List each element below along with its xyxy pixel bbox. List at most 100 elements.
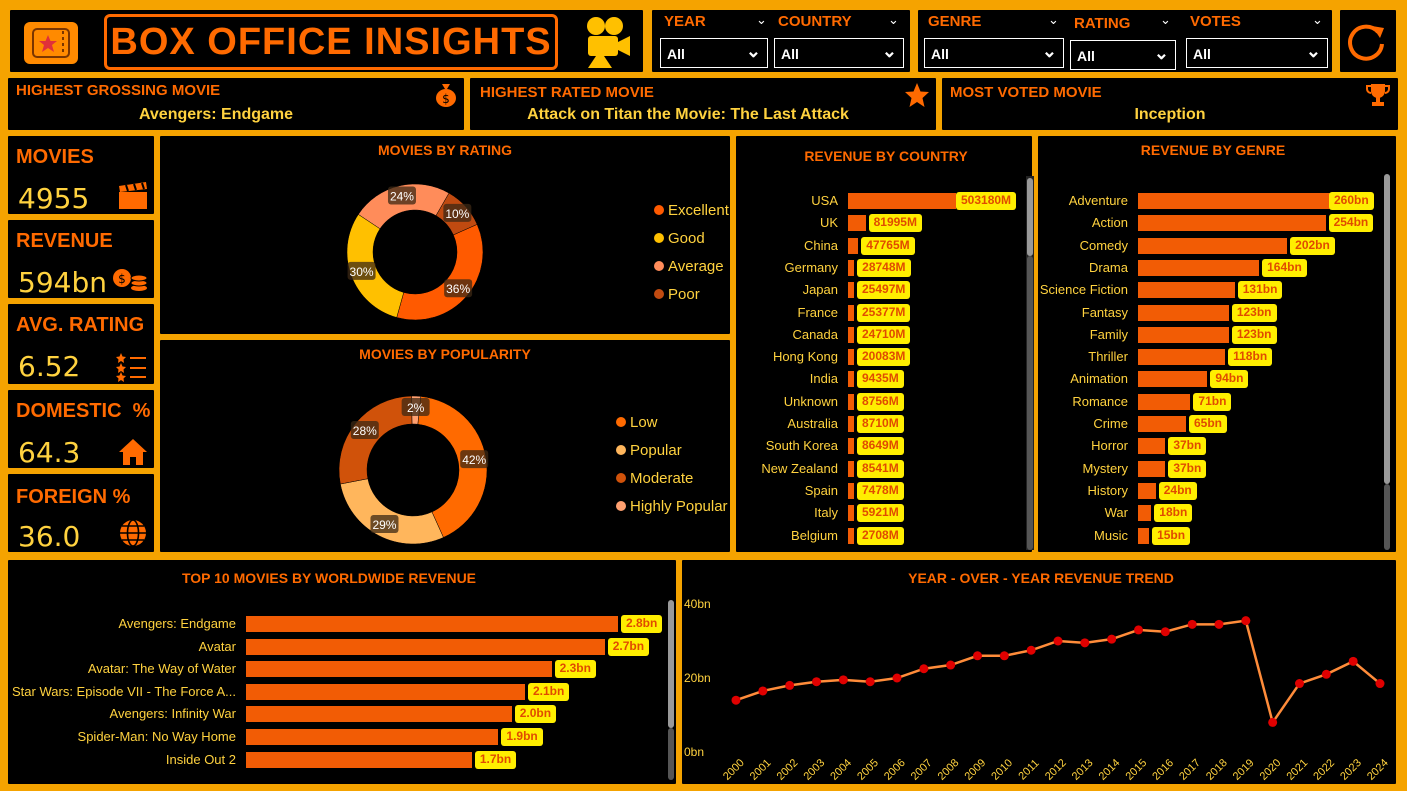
bar[interactable]	[848, 215, 866, 232]
donut-slice-popular[interactable]	[340, 478, 444, 545]
bar[interactable]	[246, 683, 525, 700]
bar[interactable]	[848, 304, 854, 321]
trend-point[interactable]	[838, 675, 848, 685]
bar[interactable]	[1138, 259, 1260, 276]
trend-point[interactable]	[1160, 627, 1170, 637]
legend-item-average[interactable]: Average	[654, 258, 724, 275]
bar[interactable]	[246, 661, 552, 678]
bar[interactable]	[848, 416, 854, 432]
bar[interactable]	[848, 505, 854, 522]
trend-point[interactable]	[1375, 679, 1385, 689]
bar[interactable]	[848, 349, 854, 366]
genre-scrollbar[interactable]	[1384, 174, 1390, 484]
trend-point[interactable]	[919, 664, 929, 674]
chevron-down-icon[interactable]: ⌄	[1160, 12, 1171, 28]
bar[interactable]	[1138, 416, 1186, 432]
trend-point[interactable]	[946, 660, 956, 670]
filter-year-select[interactable]: All ⌄	[660, 38, 768, 68]
trend-point[interactable]	[812, 677, 821, 687]
bar[interactable]	[848, 460, 854, 477]
bar[interactable]	[246, 729, 499, 745]
bar[interactable]	[246, 751, 472, 768]
x-tick-label: 2007	[909, 757, 935, 782]
bar-category-label: Animation	[1070, 371, 1128, 387]
bar[interactable]	[848, 527, 854, 544]
filter-rating-select[interactable]: All ⌄	[1070, 40, 1176, 70]
trend-point[interactable]	[892, 673, 902, 683]
trend-point[interactable]	[758, 686, 768, 696]
trend-point[interactable]	[865, 677, 875, 687]
donut-slice-moderate[interactable]	[338, 395, 413, 485]
legend-item-low[interactable]: Low	[616, 414, 658, 431]
bar[interactable]	[848, 259, 855, 276]
chevron-down-icon[interactable]: ⌄	[1312, 12, 1323, 28]
trend-point[interactable]	[1107, 634, 1117, 644]
bar[interactable]	[848, 193, 956, 209]
filter-votes-select[interactable]: All ⌄	[1186, 38, 1328, 68]
legend-item-excellent[interactable]: Excellent	[654, 202, 729, 219]
bar[interactable]	[1138, 460, 1166, 477]
bar[interactable]	[246, 638, 605, 655]
chevron-down-icon[interactable]: ⌄	[756, 12, 767, 28]
bar[interactable]	[848, 393, 854, 410]
bar[interactable]	[1138, 282, 1235, 299]
bar[interactable]	[1138, 505, 1152, 522]
bar[interactable]	[1138, 304, 1229, 321]
top10-chart-title: TOP 10 MOVIES BY WORLDWIDE REVENUE	[181, 570, 477, 586]
svg-text:24%: 24%	[390, 190, 414, 204]
bar[interactable]	[848, 482, 854, 499]
legend-item-good[interactable]: Good	[654, 230, 705, 247]
trend-point[interactable]	[1321, 669, 1331, 679]
filter-country-select[interactable]: All ⌄	[774, 38, 904, 68]
trend-point[interactable]	[1187, 619, 1197, 629]
country-scrollbar[interactable]	[1027, 178, 1033, 256]
bar[interactable]	[246, 706, 512, 723]
legend-item-highly-popular[interactable]: Highly Popular	[616, 498, 728, 515]
x-tick-label: 2022	[1311, 757, 1337, 782]
trend-point[interactable]	[1026, 645, 1036, 655]
bar[interactable]	[1138, 215, 1326, 232]
bar-data-label: 81995M	[868, 214, 922, 233]
bar[interactable]	[1138, 371, 1208, 388]
bar[interactable]	[848, 326, 854, 343]
trend-point[interactable]	[1295, 679, 1304, 689]
bar[interactable]	[1138, 393, 1191, 410]
trend-point[interactable]	[973, 651, 982, 661]
refresh-icon[interactable]	[1344, 20, 1388, 69]
trend-point[interactable]	[1268, 717, 1278, 727]
trend-point[interactable]	[1214, 619, 1224, 629]
bar[interactable]	[848, 371, 854, 388]
top10-scrollbar[interactable]	[668, 600, 674, 728]
legend-item-poor[interactable]: Poor	[654, 286, 700, 303]
legend-item-moderate[interactable]: Moderate	[616, 470, 693, 487]
donut-slice-excellent[interactable]	[396, 224, 484, 321]
bar[interactable]	[1138, 237, 1288, 254]
bar[interactable]	[848, 438, 854, 455]
bar[interactable]	[1138, 527, 1150, 544]
trend-point[interactable]	[731, 695, 741, 705]
trend-point[interactable]	[1348, 656, 1358, 666]
bar[interactable]	[246, 616, 618, 632]
bar[interactable]	[1138, 193, 1330, 209]
y-tick-label: 40bn	[684, 597, 711, 611]
chevron-down-icon[interactable]: ⌄	[888, 12, 899, 28]
trend-point[interactable]	[1053, 636, 1063, 646]
bar[interactable]	[1138, 349, 1226, 366]
bar[interactable]	[1138, 482, 1156, 499]
chevron-down-icon[interactable]: ⌄	[1048, 12, 1059, 28]
bar-data-label: 15bn	[1152, 526, 1191, 545]
bar[interactable]	[1138, 438, 1166, 455]
bar[interactable]	[1138, 326, 1229, 343]
trend-point[interactable]	[785, 680, 795, 690]
trend-point[interactable]	[1080, 638, 1090, 648]
x-tick-label: 2012	[1043, 757, 1069, 782]
trend-point[interactable]	[1241, 616, 1251, 626]
trend-point[interactable]	[1134, 625, 1143, 635]
bar[interactable]	[848, 282, 854, 299]
filter-genre-select[interactable]: All ⌄	[924, 38, 1064, 68]
bar-data-label: 1.9bn	[501, 728, 543, 746]
bar[interactable]	[848, 237, 859, 254]
trend-point[interactable]	[999, 651, 1009, 661]
legend-item-popular[interactable]: Popular	[616, 442, 682, 459]
bar-category-label: Action	[1091, 215, 1128, 231]
